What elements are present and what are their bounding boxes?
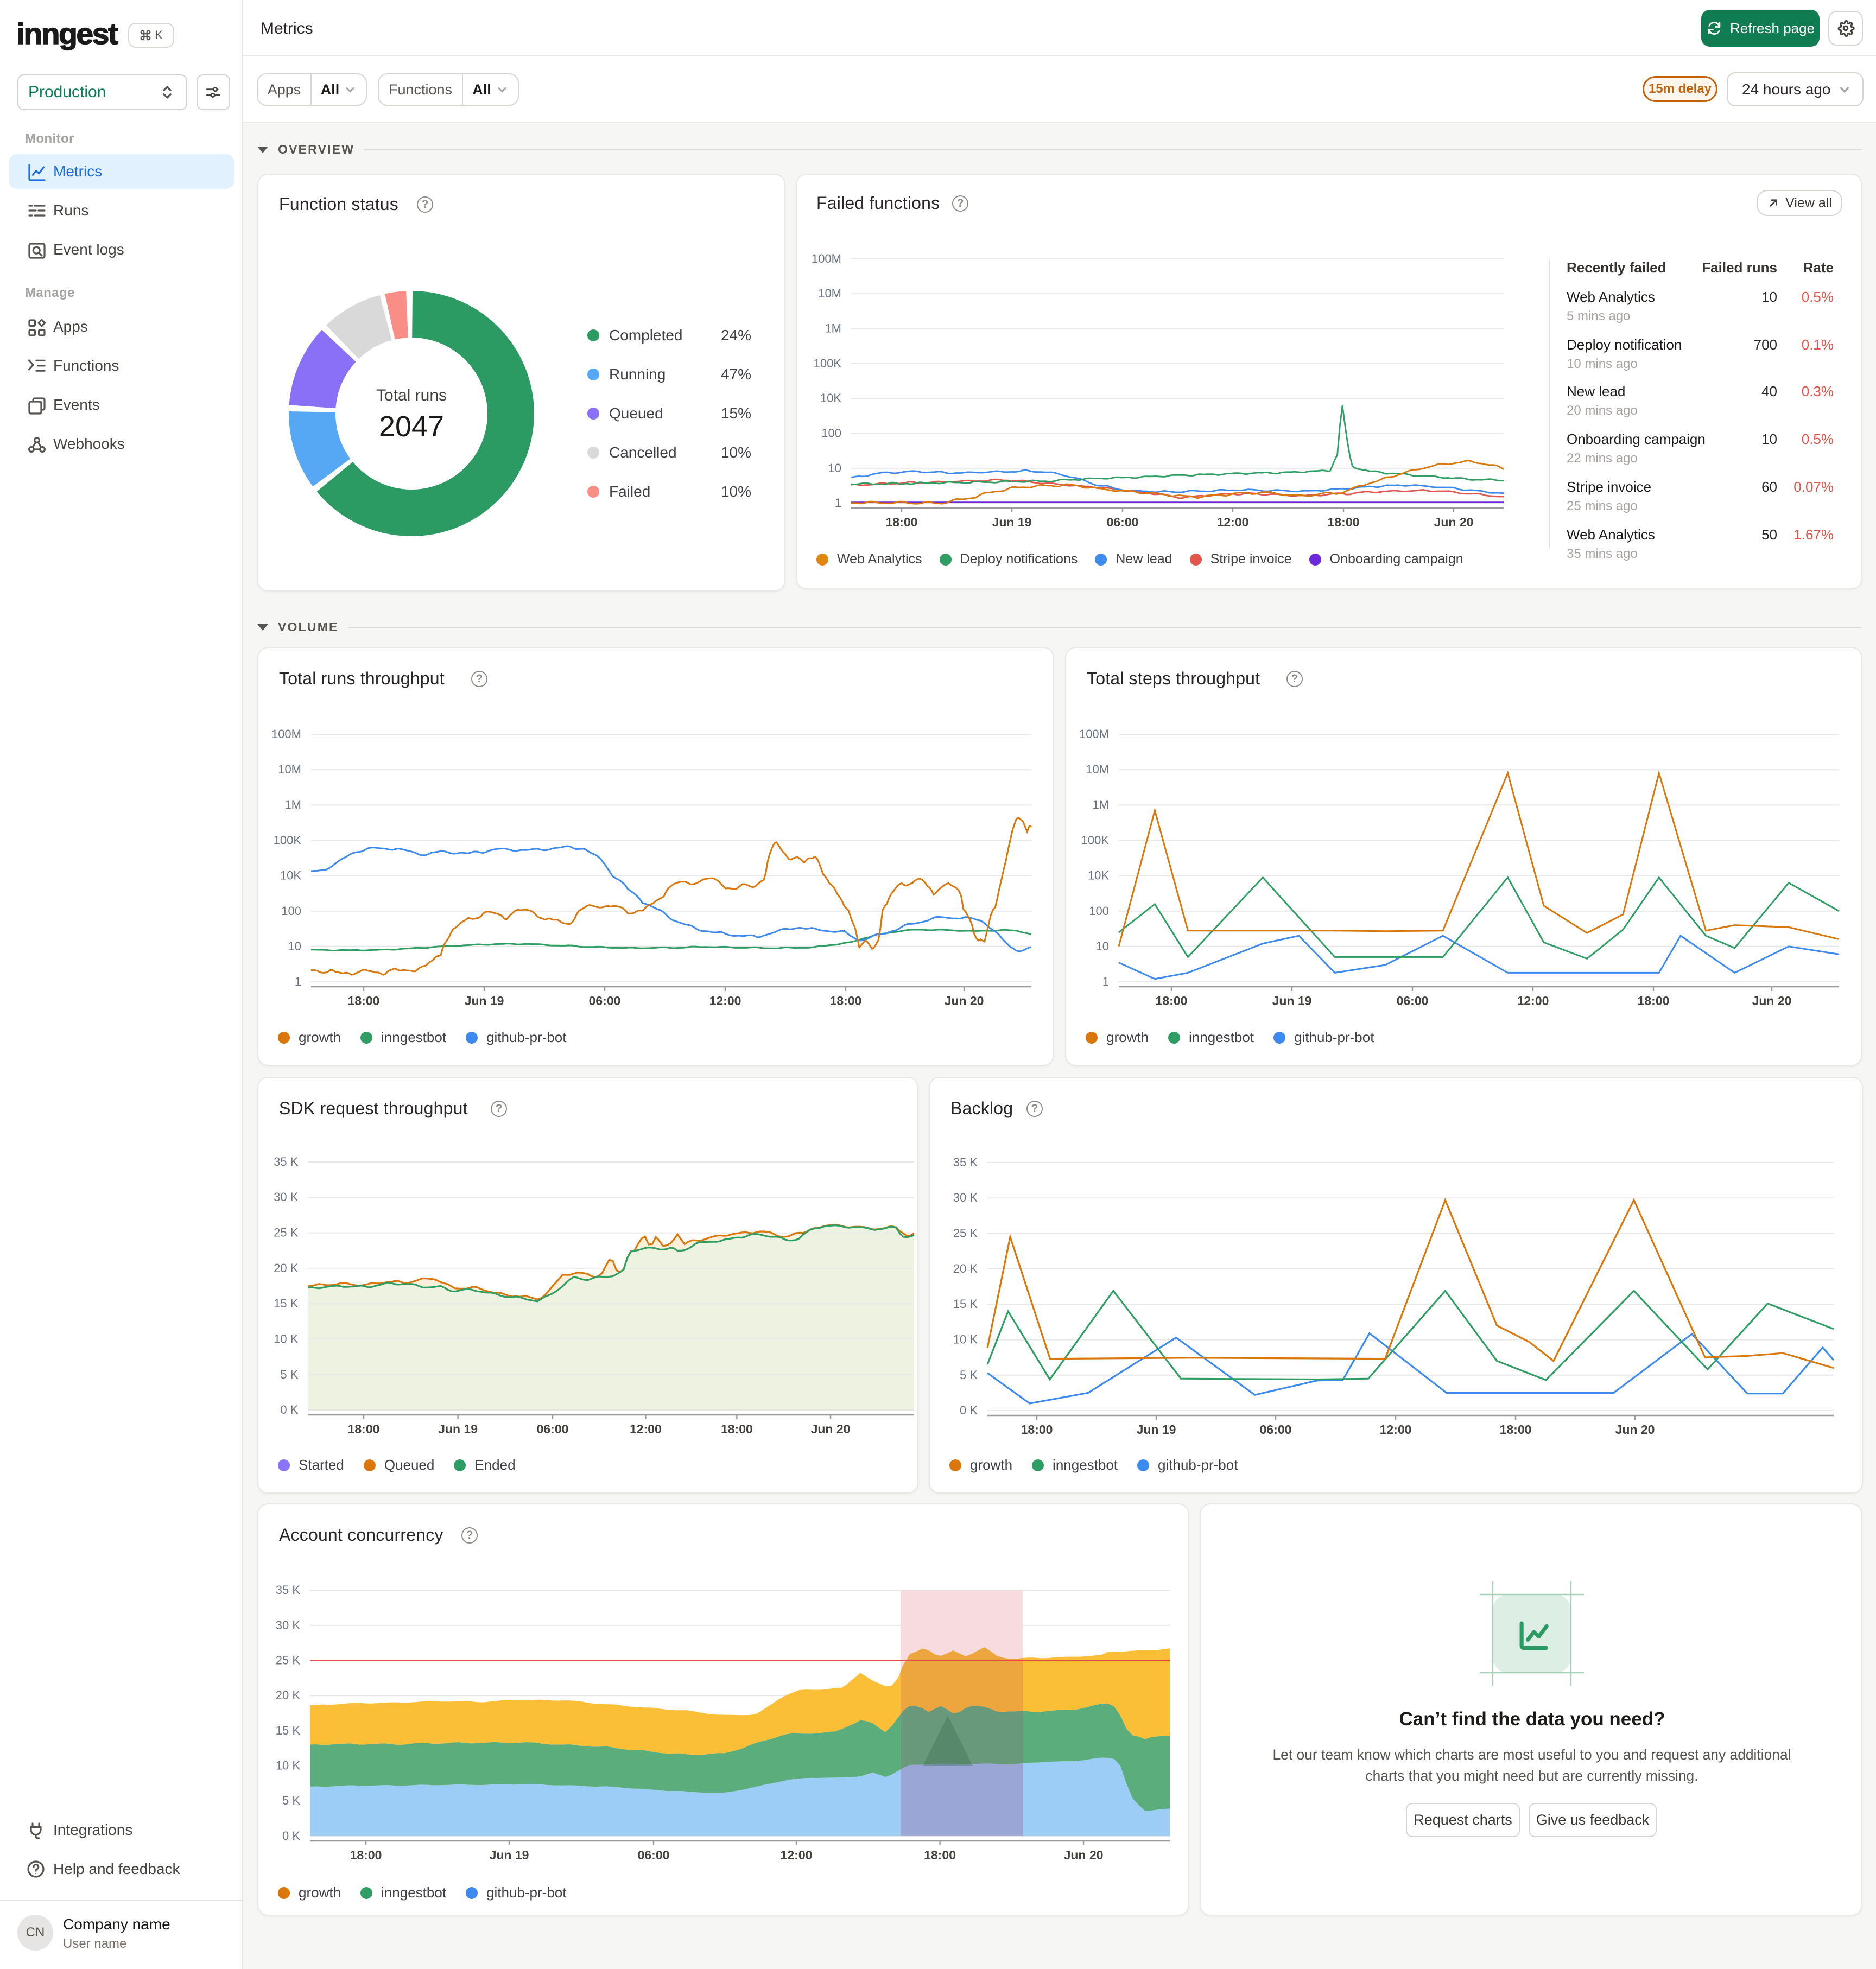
svg-text:06:00: 06:00 xyxy=(1397,994,1429,1008)
svg-text:Jun 19: Jun 19 xyxy=(1272,994,1312,1008)
svg-text:100: 100 xyxy=(1089,904,1109,918)
svg-text:1M: 1M xyxy=(825,322,841,335)
svg-text:Jun 20: Jun 20 xyxy=(1615,1422,1655,1437)
svg-text:30 K: 30 K xyxy=(276,1618,301,1632)
svg-text:18:00: 18:00 xyxy=(924,1848,956,1862)
svg-text:1: 1 xyxy=(295,975,301,988)
svg-text:10: 10 xyxy=(1096,939,1109,953)
svg-text:5 K: 5 K xyxy=(960,1368,978,1382)
svg-text:Jun 20: Jun 20 xyxy=(811,1422,851,1436)
svg-text:Total runs: Total runs xyxy=(376,386,447,404)
svg-text:12:00: 12:00 xyxy=(630,1422,662,1436)
svg-text:18:00: 18:00 xyxy=(1156,994,1188,1008)
svg-text:20 K: 20 K xyxy=(276,1688,301,1702)
svg-text:20 K: 20 K xyxy=(274,1261,299,1275)
svg-text:100: 100 xyxy=(281,904,301,918)
svg-text:15 K: 15 K xyxy=(953,1297,978,1311)
svg-text:06:00: 06:00 xyxy=(1260,1422,1292,1437)
svg-text:Jun 20: Jun 20 xyxy=(1752,994,1792,1008)
svg-text:18:00: 18:00 xyxy=(348,994,380,1008)
svg-text:18:00: 18:00 xyxy=(350,1848,382,1862)
svg-text:5 K: 5 K xyxy=(282,1794,300,1807)
svg-text:100: 100 xyxy=(821,426,841,440)
svg-text:18:00: 18:00 xyxy=(1328,515,1360,529)
svg-text:06:00: 06:00 xyxy=(589,994,621,1008)
svg-text:Jun 19: Jun 19 xyxy=(465,994,504,1008)
svg-text:10K: 10K xyxy=(280,869,301,882)
svg-text:18:00: 18:00 xyxy=(830,994,862,1008)
svg-text:100K: 100K xyxy=(814,357,842,370)
svg-text:1M: 1M xyxy=(1092,798,1109,811)
svg-text:12:00: 12:00 xyxy=(709,994,741,1008)
svg-text:Jun 19: Jun 19 xyxy=(490,1848,529,1862)
svg-text:25 K: 25 K xyxy=(276,1653,301,1667)
svg-text:06:00: 06:00 xyxy=(1107,515,1139,529)
svg-text:0 K: 0 K xyxy=(960,1403,978,1417)
svg-text:Jun 19: Jun 19 xyxy=(438,1422,478,1436)
svg-text:100K: 100K xyxy=(274,833,302,847)
svg-text:18:00: 18:00 xyxy=(1021,1422,1053,1437)
svg-text:100M: 100M xyxy=(812,252,841,265)
svg-text:0 K: 0 K xyxy=(280,1403,298,1417)
svg-text:25 K: 25 K xyxy=(274,1226,299,1240)
svg-text:12:00: 12:00 xyxy=(781,1848,813,1862)
svg-text:10 K: 10 K xyxy=(953,1332,978,1346)
svg-text:30 K: 30 K xyxy=(953,1191,978,1204)
svg-text:10 K: 10 K xyxy=(276,1759,301,1773)
svg-text:12:00: 12:00 xyxy=(1517,994,1549,1008)
svg-text:Jun 19: Jun 19 xyxy=(1137,1422,1176,1437)
svg-text:15 K: 15 K xyxy=(274,1297,299,1310)
svg-text:18:00: 18:00 xyxy=(721,1422,753,1436)
svg-text:18:00: 18:00 xyxy=(348,1422,380,1436)
svg-text:18:00: 18:00 xyxy=(1500,1422,1532,1437)
svg-text:30 K: 30 K xyxy=(274,1190,299,1204)
svg-text:0 K: 0 K xyxy=(282,1829,300,1843)
svg-text:1: 1 xyxy=(835,496,841,510)
svg-text:Jun 20: Jun 20 xyxy=(1434,515,1474,529)
svg-text:100M: 100M xyxy=(271,727,301,741)
svg-text:Jun 20: Jun 20 xyxy=(945,994,984,1008)
svg-text:10 K: 10 K xyxy=(274,1332,299,1345)
svg-text:35 K: 35 K xyxy=(953,1155,978,1169)
svg-text:Jun 19: Jun 19 xyxy=(992,515,1032,529)
svg-text:18:00: 18:00 xyxy=(886,515,918,529)
svg-text:25 K: 25 K xyxy=(953,1227,978,1240)
svg-text:10K: 10K xyxy=(820,391,841,405)
svg-text:10M: 10M xyxy=(278,763,301,776)
svg-text:06:00: 06:00 xyxy=(638,1848,670,1862)
svg-text:100K: 100K xyxy=(1081,833,1110,847)
svg-text:10: 10 xyxy=(828,461,841,475)
svg-text:10K: 10K xyxy=(1088,869,1109,882)
svg-text:18:00: 18:00 xyxy=(1638,994,1670,1008)
svg-text:12:00: 12:00 xyxy=(1217,515,1249,529)
svg-text:2047: 2047 xyxy=(379,410,444,443)
svg-text:35 K: 35 K xyxy=(274,1155,299,1168)
svg-text:35 K: 35 K xyxy=(276,1583,301,1597)
svg-text:1M: 1M xyxy=(284,798,301,811)
svg-text:06:00: 06:00 xyxy=(537,1422,569,1436)
svg-text:5 K: 5 K xyxy=(280,1368,298,1381)
svg-text:1: 1 xyxy=(1102,975,1109,988)
svg-text:20 K: 20 K xyxy=(953,1262,978,1275)
svg-text:10M: 10M xyxy=(1086,763,1109,776)
svg-text:12:00: 12:00 xyxy=(1380,1422,1412,1437)
svg-text:100M: 100M xyxy=(1079,727,1109,741)
svg-text:10: 10 xyxy=(288,939,301,953)
svg-text:15 K: 15 K xyxy=(276,1724,301,1737)
svg-text:10M: 10M xyxy=(818,287,841,300)
svg-text:Jun 20: Jun 20 xyxy=(1064,1848,1104,1862)
